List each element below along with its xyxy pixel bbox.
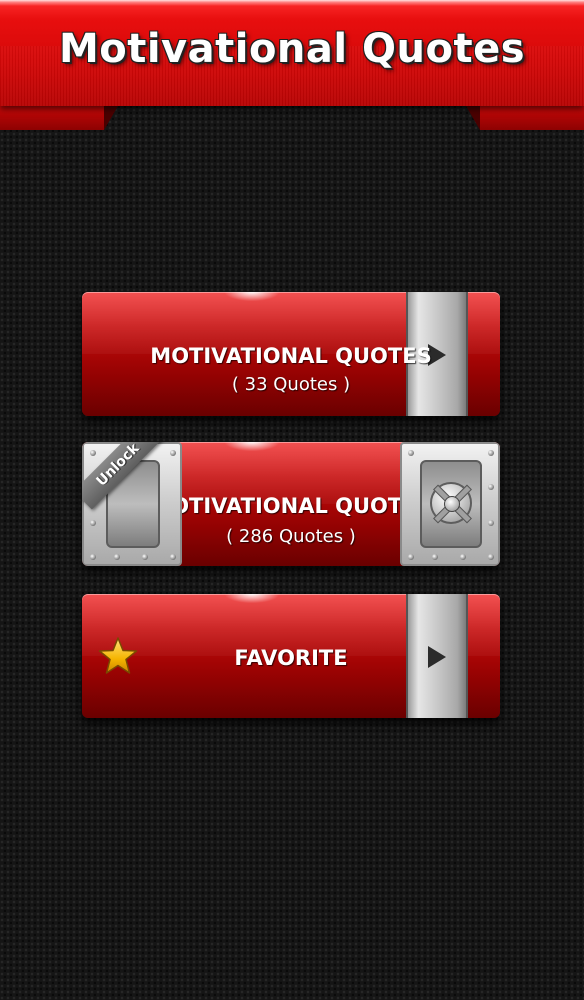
sparkle-highlight xyxy=(222,442,282,452)
rivet xyxy=(90,520,96,526)
banner-ribbon-fold-right xyxy=(466,106,480,130)
banner-ribbon-fold-left xyxy=(104,106,118,130)
quote-count: ( 33 Quotes ) xyxy=(231,374,351,395)
rivet xyxy=(142,554,148,560)
rivet xyxy=(170,450,176,456)
favorite-button[interactable]: FAVORITE xyxy=(82,594,500,718)
rivet xyxy=(114,554,120,560)
rivet xyxy=(408,554,414,560)
rivet xyxy=(432,554,438,560)
sparkle-highlight xyxy=(222,292,282,302)
locked-quotes-button[interactable]: MOTIVATIONAL QUOTES ( 286 Quotes ) Unloc… xyxy=(82,442,500,566)
button-title: FAVORITE xyxy=(234,646,348,670)
motivational-quotes-button[interactable]: MOTIVATIONAL QUOTES ( 33 Quotes ) xyxy=(82,292,500,416)
safe-lock-icon xyxy=(400,442,500,566)
rivet xyxy=(170,554,176,560)
rivet xyxy=(408,450,414,456)
banner-ribbon-right xyxy=(480,106,584,130)
safe-door xyxy=(420,460,482,548)
sparkle-highlight xyxy=(222,594,282,604)
rivet xyxy=(90,554,96,560)
rivet xyxy=(488,450,494,456)
button-title: MOTIVATIONAL QUOTES xyxy=(150,344,432,368)
safe-dial-icon xyxy=(430,482,472,524)
banner-ribbon-left xyxy=(0,106,104,130)
rivet xyxy=(90,450,96,456)
rivet xyxy=(460,554,466,560)
rivet xyxy=(488,484,494,490)
page-title: Motivational Quotes xyxy=(58,26,526,72)
rivet xyxy=(488,520,494,526)
dial-center xyxy=(444,496,460,512)
rivet xyxy=(488,554,494,560)
